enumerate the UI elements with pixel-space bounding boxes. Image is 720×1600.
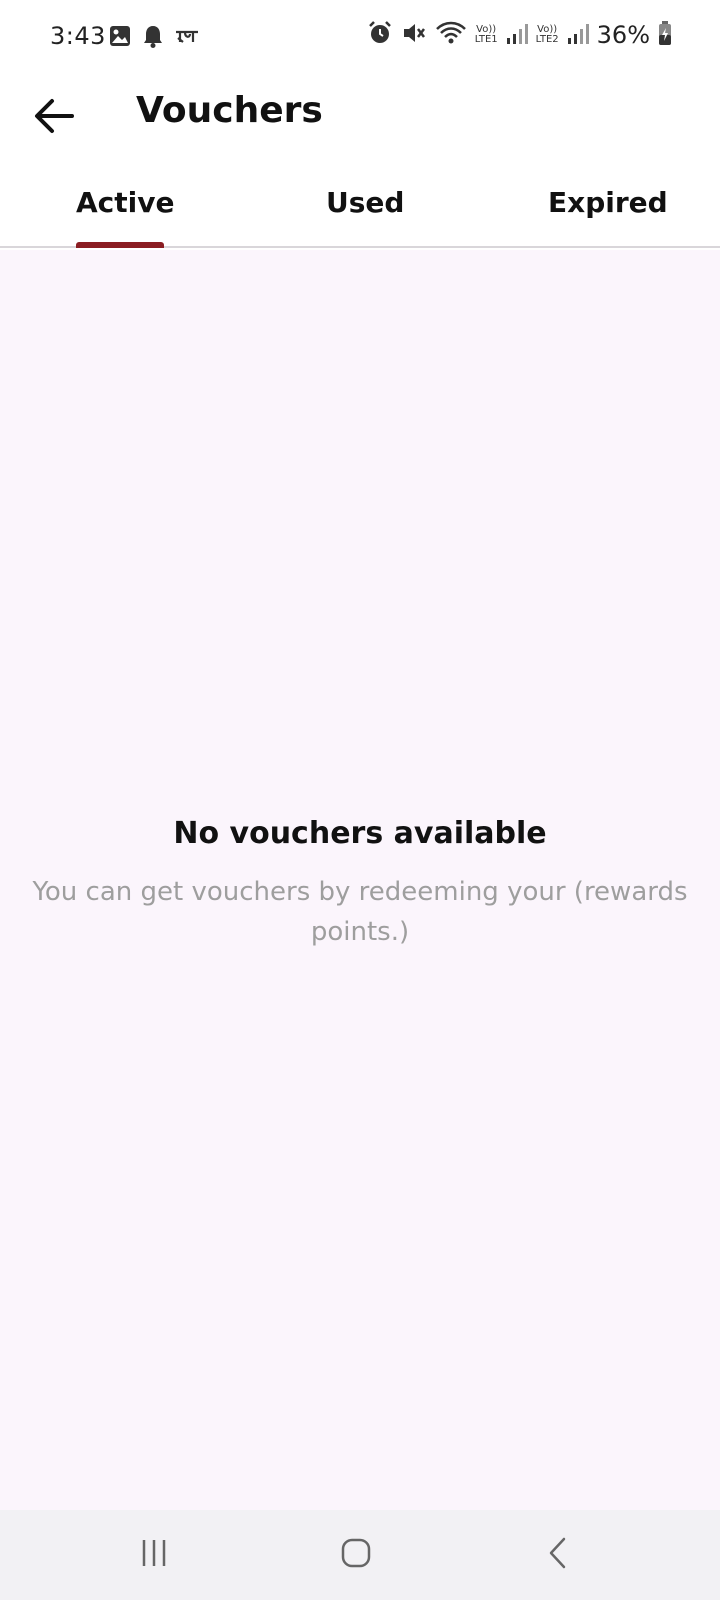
- signal-bars-2-icon: [567, 21, 589, 49]
- recent-apps-button[interactable]: [124, 1530, 184, 1580]
- status-time: 3:43: [50, 22, 106, 50]
- empty-state-title: No vouchers available: [173, 816, 547, 851]
- vouchers-content: No vouchers available You can get vouche…: [0, 250, 720, 1510]
- tab-bar: Active Used Expired: [0, 164, 720, 248]
- system-nav-bar: [0, 1510, 720, 1600]
- mute-icon: [401, 20, 427, 50]
- signal-lte2-icon: Vo)) LTE2: [536, 25, 559, 45]
- home-icon: [339, 1536, 373, 1574]
- battery-percent: 36%: [596, 21, 650, 49]
- wifi-icon: [435, 20, 467, 50]
- tab-used[interactable]: Used: [326, 186, 404, 219]
- back-icon: [546, 1536, 570, 1574]
- alarm-icon: [367, 20, 393, 50]
- status-right-icons: Vo)) LTE1 Vo)) LTE2 36%: [367, 20, 672, 50]
- empty-state-message: You can get vouchers by redeeming your (…: [32, 877, 688, 947]
- lte1-label-bottom: LTE1: [474, 34, 498, 45]
- app-notification-icon: [174, 26, 200, 50]
- back-button[interactable]: [24, 88, 84, 148]
- status-bar: 3:43 Vo)) LTE1 Vo)) LTE2 36%: [0, 0, 720, 80]
- battery-charging-icon: [658, 20, 672, 50]
- page-title: Vouchers: [136, 90, 323, 131]
- screen: 3:43 Vo)) LTE1 Vo)) LTE2 36% Vouchers Ac…: [0, 0, 720, 1600]
- tab-active[interactable]: Active: [76, 186, 175, 219]
- lte2-label-bottom: LTE2: [535, 34, 559, 45]
- recent-apps-icon: [138, 1538, 170, 1572]
- signal-bars-1-icon: [506, 21, 528, 49]
- home-button[interactable]: [326, 1530, 386, 1580]
- status-left-icons: [108, 24, 200, 52]
- tab-selected-indicator: [76, 242, 164, 248]
- system-back-button[interactable]: [528, 1530, 588, 1580]
- app-bar: Vouchers: [0, 80, 720, 164]
- gallery-icon: [108, 24, 132, 52]
- back-arrow-icon: [32, 96, 76, 140]
- signal-lte1-icon: Vo)) LTE1: [475, 25, 498, 45]
- notification-bell-icon: [142, 24, 164, 52]
- tab-expired[interactable]: Expired: [548, 186, 668, 219]
